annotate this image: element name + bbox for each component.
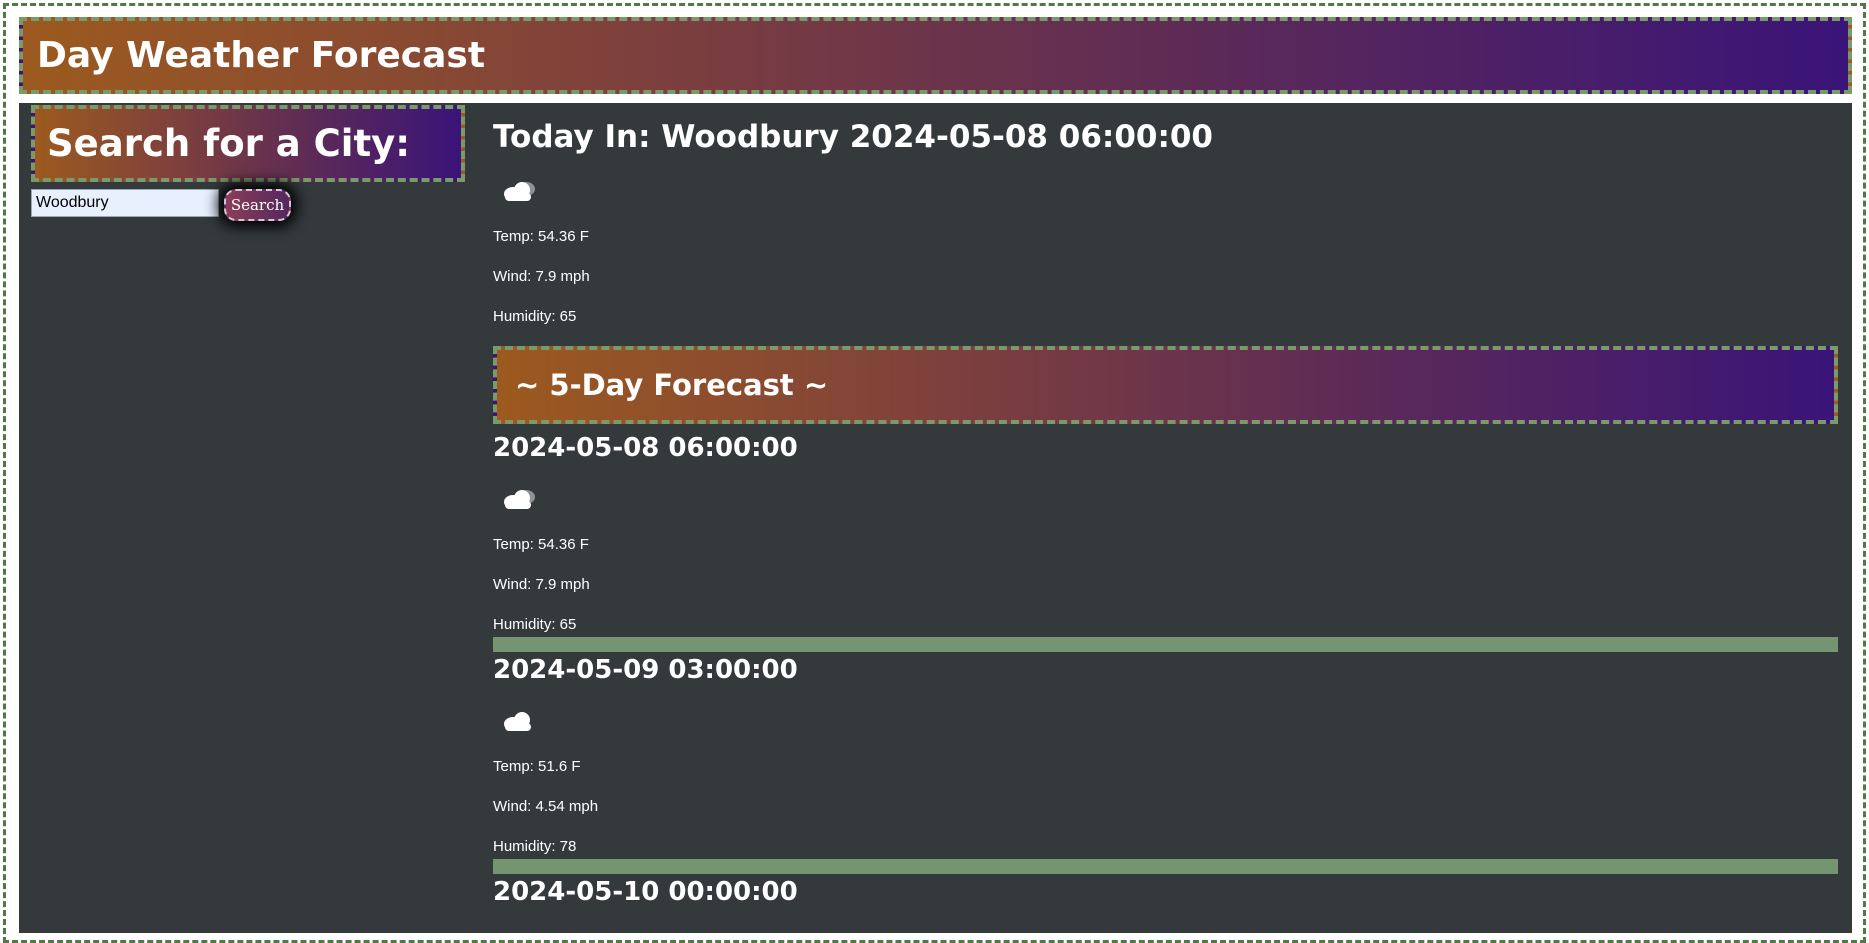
cloud-icon bbox=[504, 182, 535, 201]
forecast-divider bbox=[493, 637, 1838, 652]
today-humidity: Humidity: 65 bbox=[493, 308, 577, 325]
search-button[interactable]: Search bbox=[224, 189, 291, 221]
content-panel: Search for a City: Search Today In: Wood… bbox=[19, 103, 1852, 933]
city-search-input[interactable] bbox=[31, 189, 219, 217]
cloud-icon bbox=[504, 490, 535, 509]
cloud-icon bbox=[504, 712, 531, 731]
forecast-day-humidity: Humidity: 65 bbox=[493, 616, 577, 633]
forecast-heading: ~ 5-Day Forecast ~ bbox=[493, 346, 1838, 424]
search-heading: Search for a City: bbox=[31, 105, 465, 182]
forecast-day-date: 2024-05-09 03:00:00 bbox=[493, 655, 798, 685]
forecast-day-date: 2024-05-08 06:00:00 bbox=[493, 433, 798, 463]
forecast-divider bbox=[493, 859, 1838, 874]
forecast-day-temp: Temp: 54.36 F bbox=[493, 536, 589, 553]
page-title: Day Weather Forecast bbox=[19, 17, 1852, 94]
forecast-day-wind: Wind: 7.9 mph bbox=[493, 576, 590, 593]
forecast-day-temp: Temp: 51.6 F bbox=[493, 758, 581, 775]
forecast-day-date: 2024-05-10 00:00:00 bbox=[493, 877, 798, 907]
today-temp: Temp: 54.36 F bbox=[493, 228, 589, 245]
forecast-day-wind: Wind: 4.54 mph bbox=[493, 798, 599, 815]
today-title: Today In: Woodbury 2024-05-08 06:00:00 bbox=[493, 119, 1213, 155]
forecast-day-humidity: Humidity: 78 bbox=[493, 838, 577, 855]
today-wind: Wind: 7.9 mph bbox=[493, 268, 590, 285]
